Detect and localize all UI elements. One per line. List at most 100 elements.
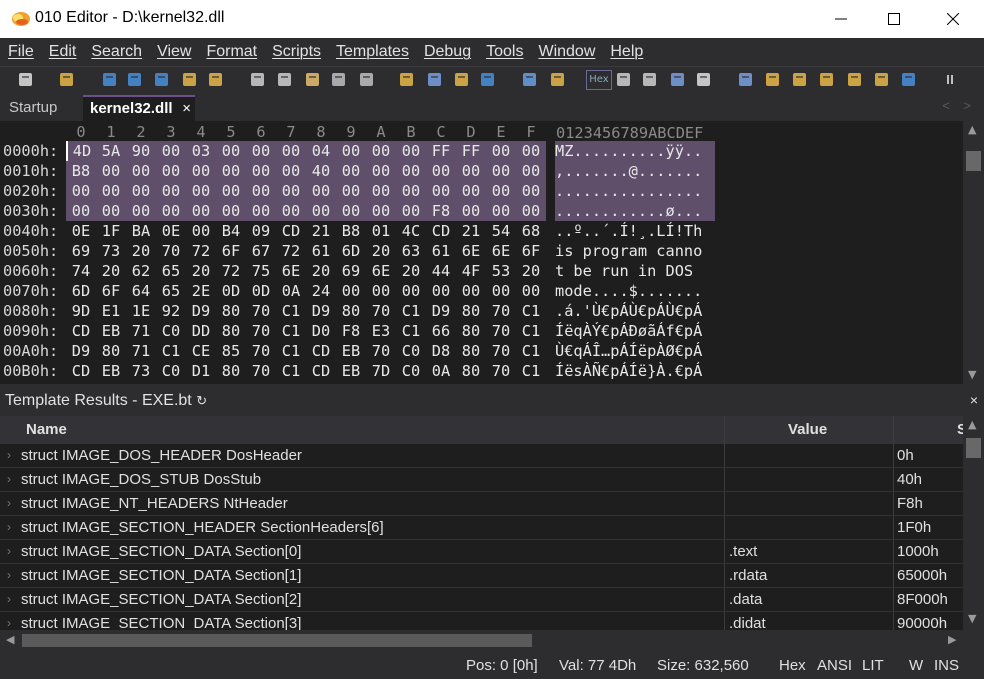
hex-byte[interactable]: 00 bbox=[96, 181, 126, 201]
run-script-icon[interactable] bbox=[520, 70, 540, 90]
hex-byte[interactable]: 00 bbox=[156, 161, 186, 181]
status-insert[interactable]: INS bbox=[934, 657, 959, 674]
cut-icon[interactable] bbox=[248, 70, 268, 90]
hex-byte[interactable]: D0 bbox=[306, 321, 336, 341]
expand-chevron-icon[interactable]: › bbox=[7, 568, 11, 582]
hex-byte[interactable]: 00 bbox=[306, 201, 336, 221]
hex-editor[interactable]: 0123456789ABCDEF 0123456789ABCDEF 0000h:… bbox=[0, 121, 963, 384]
inspector-icon[interactable] bbox=[763, 70, 783, 90]
hex-byte[interactable]: 80 bbox=[456, 321, 486, 341]
hex-byte[interactable]: 00 bbox=[336, 181, 366, 201]
hex-byte[interactable]: 00 bbox=[366, 201, 396, 221]
hex-byte[interactable]: 44 bbox=[426, 261, 456, 281]
find-replace-icon[interactable] bbox=[425, 70, 445, 90]
char-row[interactable]: ..º..´.Í!¸.LÍ!Th bbox=[555, 221, 715, 241]
hex-byte[interactable]: 0D bbox=[216, 281, 246, 301]
hex-byte[interactable]: 6F bbox=[516, 241, 546, 261]
char-row[interactable]: ÍëqÀÝ€pÁÐøãÁf€pÁ bbox=[555, 321, 715, 341]
operations-icon[interactable] bbox=[872, 70, 892, 90]
table-row[interactable]: › struct IMAGE_SECTION_DATA Section[3] .di… bbox=[0, 612, 963, 630]
hex-byte[interactable]: F8 bbox=[426, 201, 456, 221]
hex-byte[interactable]: 00 bbox=[516, 281, 546, 301]
template-close-icon[interactable]: × bbox=[970, 392, 978, 408]
hex-byte[interactable]: 00 bbox=[156, 201, 186, 221]
hex-byte[interactable]: B4 bbox=[216, 221, 246, 241]
scroll-thumb[interactable] bbox=[966, 438, 981, 458]
hex-byte[interactable]: 00 bbox=[126, 181, 156, 201]
hex-byte[interactable]: 00 bbox=[336, 281, 366, 301]
menu-search[interactable]: Search bbox=[91, 43, 142, 61]
hex-byte[interactable]: EB bbox=[336, 341, 366, 361]
hex-byte[interactable]: C0 bbox=[396, 361, 426, 381]
hex-byte[interactable]: 00 bbox=[96, 201, 126, 221]
hex-byte[interactable]: 01 bbox=[366, 221, 396, 241]
hex-byte[interactable]: EB bbox=[96, 321, 126, 341]
columns-icon[interactable] bbox=[668, 70, 688, 90]
hex-byte[interactable]: 68 bbox=[516, 221, 546, 241]
hex-byte[interactable]: 1F bbox=[96, 221, 126, 241]
hex-byte[interactable]: 70 bbox=[366, 301, 396, 321]
hex-byte[interactable]: 72 bbox=[276, 241, 306, 261]
hex-byte[interactable]: 00 bbox=[426, 181, 456, 201]
table-row[interactable]: › struct IMAGE_DOS_STUB DosStub 40h bbox=[0, 468, 963, 492]
refresh-icon[interactable]: ↻ bbox=[196, 393, 207, 408]
hex-byte[interactable]: C1 bbox=[396, 301, 426, 321]
hex-byte[interactable]: 00 bbox=[186, 201, 216, 221]
hex-byte[interactable]: D9 bbox=[186, 301, 216, 321]
hex-byte[interactable]: 67 bbox=[246, 241, 276, 261]
char-row[interactable]: ................ bbox=[555, 181, 715, 201]
copy-icon[interactable] bbox=[275, 70, 295, 90]
hex-byte[interactable]: C1 bbox=[396, 321, 426, 341]
col-name[interactable]: Name bbox=[26, 421, 67, 438]
expand-chevron-icon[interactable]: › bbox=[7, 520, 11, 534]
char-row[interactable]: ,.......@....... bbox=[555, 161, 715, 181]
char-row[interactable]: .á.'Ù€pÁÙ€pÁÙ€pÁ bbox=[555, 301, 715, 321]
hex-byte[interactable]: 24 bbox=[306, 281, 336, 301]
hex-byte[interactable]: 00 bbox=[366, 281, 396, 301]
hex-byte[interactable]: 70 bbox=[156, 241, 186, 261]
close-window-button[interactable] bbox=[930, 4, 976, 34]
goto-icon[interactable] bbox=[478, 70, 498, 90]
redo-icon[interactable] bbox=[357, 70, 377, 90]
hex-byte[interactable]: 00 bbox=[516, 161, 546, 181]
hex-byte[interactable]: 03 bbox=[186, 141, 216, 161]
menu-format[interactable]: Format bbox=[206, 43, 257, 61]
status-encoding[interactable]: ANSI bbox=[817, 657, 852, 674]
hex-byte[interactable]: 0A bbox=[276, 281, 306, 301]
hex-byte[interactable]: 20 bbox=[186, 261, 216, 281]
hex-byte[interactable]: 20 bbox=[366, 241, 396, 261]
open-folder-icon[interactable] bbox=[57, 70, 77, 90]
scroll-down-icon[interactable]: ▼ bbox=[968, 368, 976, 381]
menu-file[interactable]: File bbox=[8, 43, 34, 61]
table-row[interactable]: › struct IMAGE_SECTION_DATA Section[1] .rd… bbox=[0, 564, 963, 588]
hex-byte[interactable]: 00 bbox=[486, 281, 516, 301]
hex-byte[interactable]: 21 bbox=[306, 221, 336, 241]
hex-byte[interactable]: 64 bbox=[126, 281, 156, 301]
tab-close-icon[interactable]: × bbox=[182, 100, 191, 117]
hex-byte[interactable]: 0E bbox=[156, 221, 186, 241]
paste-icon[interactable] bbox=[303, 70, 323, 90]
maximize-button[interactable] bbox=[871, 4, 917, 34]
hex-byte[interactable]: 6E bbox=[276, 261, 306, 281]
hex-byte[interactable]: 20 bbox=[126, 241, 156, 261]
hex-byte[interactable]: 70 bbox=[246, 361, 276, 381]
hex-byte[interactable]: 6E bbox=[486, 241, 516, 261]
status-endian[interactable]: LIT bbox=[862, 657, 884, 674]
hex-byte[interactable]: 00 bbox=[126, 161, 156, 181]
hex-byte[interactable]: C0 bbox=[156, 321, 186, 341]
hex-byte[interactable]: 00 bbox=[396, 141, 426, 161]
hex-byte[interactable]: C1 bbox=[516, 301, 546, 321]
hex-byte[interactable]: B8 bbox=[336, 221, 366, 241]
hex-byte[interactable]: 00 bbox=[366, 161, 396, 181]
save-all-icon[interactable] bbox=[152, 70, 172, 90]
checksum-icon[interactable] bbox=[845, 70, 865, 90]
hex-byte[interactable]: 61 bbox=[306, 241, 336, 261]
hex-byte[interactable]: 70 bbox=[246, 321, 276, 341]
minimize-button[interactable] bbox=[818, 4, 864, 34]
hex-byte[interactable]: 0E bbox=[66, 221, 96, 241]
hex-byte[interactable]: 73 bbox=[96, 241, 126, 261]
scroll-up-icon[interactable]: ▲ bbox=[968, 123, 976, 136]
hex-byte[interactable]: 00 bbox=[246, 161, 276, 181]
show-whitespace-icon[interactable] bbox=[640, 70, 660, 90]
table-row[interactable]: › struct IMAGE_DOS_HEADER DosHeader 0h bbox=[0, 444, 963, 468]
